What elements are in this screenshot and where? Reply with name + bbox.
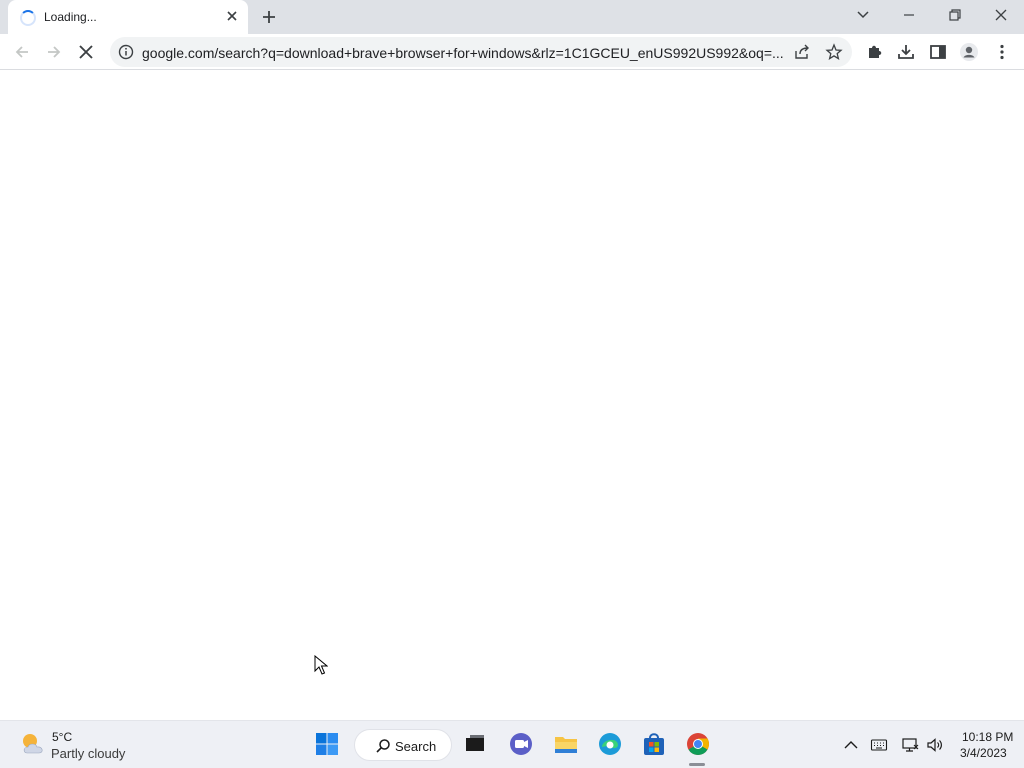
restore-icon[interactable] <box>942 4 968 26</box>
address-bar[interactable]: google.com/search?q=download+brave+brows… <box>110 37 852 67</box>
extensions-puzzle-icon[interactable] <box>864 42 884 62</box>
taskbar-search[interactable]: Search <box>354 729 452 761</box>
new-tab-icon[interactable] <box>259 7 279 27</box>
tab-search-chevron-icon[interactable] <box>850 4 876 26</box>
weather-temperature[interactable]: 5°C <box>52 730 72 744</box>
mouse-cursor-icon <box>314 655 328 675</box>
minimize-icon[interactable] <box>896 4 922 26</box>
forward-arrow-icon[interactable] <box>44 42 64 62</box>
side-panel-icon[interactable] <box>928 42 948 62</box>
clock-time[interactable]: 10:18 PM <box>962 730 1013 744</box>
browser-tab[interactable]: Loading... <box>8 0 248 34</box>
back-arrow-icon[interactable] <box>12 42 32 62</box>
url-text[interactable]: google.com/search?q=download+brave+brows… <box>142 45 792 61</box>
microsoft-store-icon[interactable] <box>641 731 667 757</box>
task-view-icon[interactable] <box>462 731 488 757</box>
downloads-icon[interactable] <box>896 42 916 62</box>
weather-description[interactable]: Partly cloudy <box>51 746 125 761</box>
windows-start-icon[interactable] <box>314 731 340 757</box>
edge-browser-icon[interactable] <box>597 731 623 757</box>
close-window-icon[interactable] <box>988 4 1014 26</box>
share-icon[interactable] <box>793 43 811 61</box>
network-icon[interactable] <box>901 736 919 754</box>
more-menu-icon[interactable] <box>992 42 1012 62</box>
partly-cloudy-icon[interactable] <box>19 731 47 757</box>
volume-icon[interactable] <box>926 736 944 754</box>
browser-toolbar: google.com/search?q=download+brave+brows… <box>0 34 1024 70</box>
search-label: Search <box>395 739 437 754</box>
file-explorer-icon[interactable] <box>553 731 579 757</box>
stop-loading-icon[interactable] <box>76 42 96 62</box>
tab-title: Loading... <box>44 10 97 24</box>
teams-chat-icon[interactable] <box>508 731 534 757</box>
close-tab-icon[interactable] <box>224 8 240 24</box>
active-app-indicator <box>689 763 705 766</box>
loading-spinner-icon <box>20 10 36 26</box>
site-info-icon[interactable] <box>118 44 134 60</box>
show-hidden-icons-chevron-icon[interactable] <box>842 736 860 754</box>
tab-strip: Loading... <box>0 0 1024 34</box>
clock-date[interactable]: 3/4/2023 <box>960 746 1007 760</box>
chrome-browser-icon[interactable] <box>685 731 711 757</box>
search-icon <box>376 739 390 753</box>
page-content <box>0 71 1024 720</box>
keyboard-icon[interactable] <box>870 736 888 754</box>
profile-avatar-icon[interactable] <box>959 42 979 62</box>
taskbar: 5°C Partly cloudy Search 10:18 PM 3/4/20… <box>0 720 1024 768</box>
bookmark-star-icon[interactable] <box>825 43 843 61</box>
